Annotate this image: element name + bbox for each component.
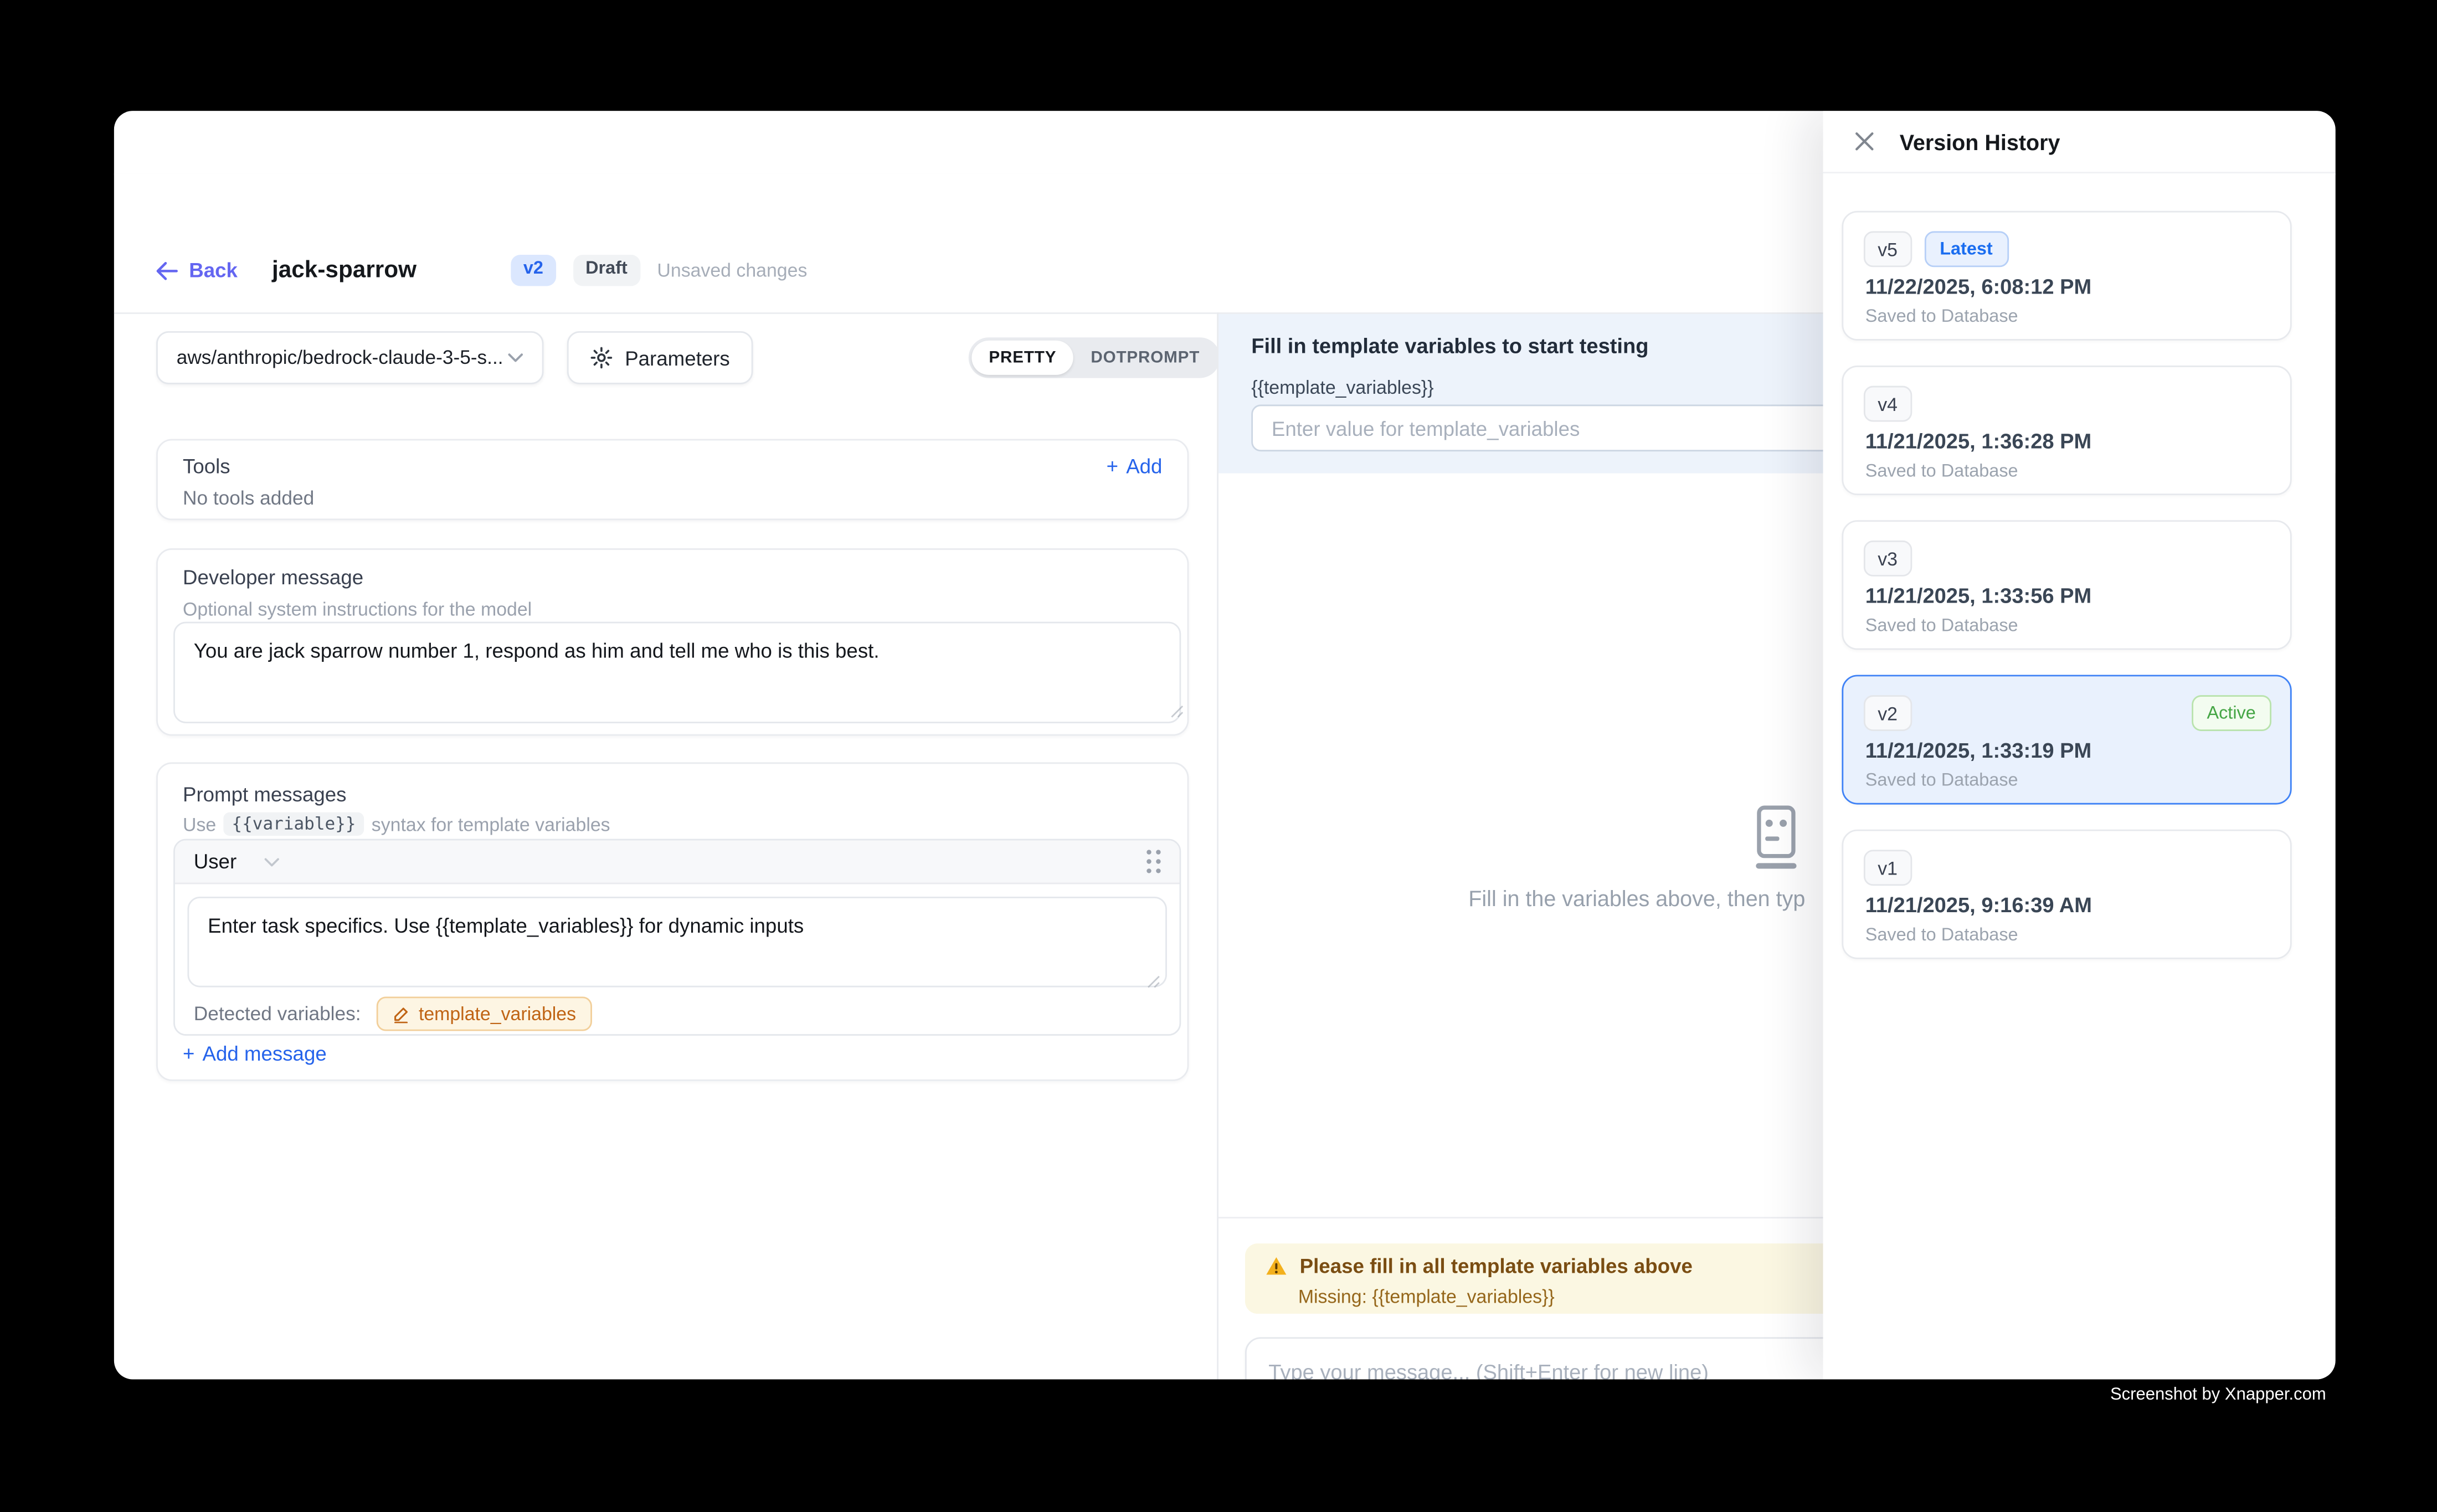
- version-card[interactable]: v5 Latest 11/22/2025, 6:08:12 PM Saved t…: [1842, 211, 2291, 341]
- warning-icon: [1266, 1256, 1287, 1277]
- gear-icon: [590, 347, 612, 368]
- version-history-panel: Version History v5 Latest 11/22/2025, 6:…: [1823, 111, 2336, 1379]
- chevron-down-icon: [265, 857, 280, 866]
- prompt-messages-card: Prompt messages Use {{variable}} syntax …: [156, 762, 1189, 1081]
- version-badge-row: v5 Latest: [1864, 231, 2008, 267]
- resize-handle-icon[interactable]: [1146, 975, 1160, 989]
- version-card[interactable]: v3 11/21/2025, 1:33:56 PM Saved to Datab…: [1842, 520, 2291, 650]
- warning-title: Please fill in all template variables ab…: [1300, 1254, 1693, 1278]
- template-variable-label: {{template_variables}}: [1251, 377, 1433, 398]
- role-select[interactable]: User: [194, 850, 280, 873]
- plus-icon: +: [1107, 455, 1118, 478]
- draft-badge: Draft: [573, 255, 640, 286]
- version-list: v5 Latest 11/22/2025, 6:08:12 PM Saved t…: [1823, 173, 2336, 1379]
- add-tool-button[interactable]: + Add: [1107, 455, 1163, 478]
- role-value: User: [194, 850, 236, 873]
- plus-icon: +: [183, 1042, 194, 1065]
- version-status: Saved to Database: [1865, 462, 2018, 481]
- add-message-label: Add message: [203, 1042, 327, 1065]
- parameters-button[interactable]: Parameters: [567, 331, 753, 384]
- close-icon: [1854, 131, 1875, 152]
- version-card[interactable]: v1 11/21/2025, 9:16:39 AM Saved to Datab…: [1842, 830, 2291, 959]
- variable-syntax-chip: {{variable}}: [224, 812, 363, 836]
- prompt-messages-title: Prompt messages: [183, 783, 346, 806]
- active-badge: Active: [2191, 695, 2271, 731]
- empty-state-hint: Fill in the variables above, then typ: [1468, 886, 1805, 911]
- prompt-message-input[interactable]: Enter task specifics. Use {{template_var…: [187, 897, 1166, 988]
- version-history-header: Version History: [1823, 111, 2336, 173]
- version-number-badge: v2: [1864, 695, 1912, 731]
- version-card[interactable]: v4 11/21/2025, 1:36:28 PM Saved to Datab…: [1842, 366, 2291, 495]
- version-timestamp: 11/21/2025, 1:33:19 PM: [1865, 739, 2092, 762]
- version-timestamp: 11/21/2025, 1:36:28 PM: [1865, 430, 2092, 453]
- prompt-messages-subtitle: Use {{variable}} syntax for template var…: [183, 812, 610, 836]
- version-badge: v2: [511, 255, 556, 286]
- version-status: Saved to Database: [1865, 308, 2018, 327]
- developer-message-card: Developer message Optional system instru…: [156, 548, 1189, 736]
- back-arrow-icon: [156, 261, 178, 280]
- developer-message-input[interactable]: You are jack sparrow number 1, respond a…: [173, 622, 1181, 723]
- tools-card: Tools + Add No tools added: [156, 439, 1189, 521]
- latest-badge: Latest: [1924, 231, 2008, 267]
- version-number-badge: v5: [1864, 231, 1912, 267]
- page-title: jack-sparrow: [272, 257, 417, 284]
- pencil-icon: [392, 1005, 409, 1022]
- screen: Back jack-sparrow v2 Draft Unsaved chang…: [0, 0, 2437, 1512]
- warning-detail: Missing: {{template_variables}}: [1298, 1285, 1555, 1307]
- back-button[interactable]: Back: [156, 259, 238, 282]
- version-status: Saved to Database: [1865, 772, 2018, 790]
- tools-title: Tools: [183, 455, 230, 478]
- subtitle-suffix: syntax for template variables: [372, 813, 610, 835]
- version-number-badge: v3: [1864, 541, 1912, 577]
- version-number-badge: v4: [1864, 386, 1912, 422]
- chevron-down-icon: [508, 353, 523, 362]
- version-timestamp: 11/21/2025, 9:16:39 AM: [1865, 893, 2092, 917]
- version-badge-row: v2: [1864, 695, 1912, 731]
- version-badge-row: v3: [1864, 541, 1912, 577]
- version-timestamp: 11/21/2025, 1:33:56 PM: [1865, 584, 2092, 608]
- tools-empty-text: No tools added: [183, 487, 314, 509]
- detected-variables-row: Detected variables: template_variables: [194, 996, 592, 1031]
- back-label: Back: [189, 259, 238, 282]
- version-badge-row: v1: [1864, 850, 1912, 886]
- template-variable-chip[interactable]: template_variables: [377, 996, 592, 1031]
- tab-dotprompt[interactable]: DOTPROMPT: [1073, 341, 1217, 375]
- version-history-title: Version History: [1900, 129, 2060, 154]
- add-tool-label: Add: [1126, 455, 1162, 478]
- drag-handle-icon[interactable]: [1146, 850, 1160, 873]
- version-timestamp: 11/22/2025, 6:08:12 PM: [1865, 275, 2092, 298]
- message-block: User Enter task specifics. Use {{templat…: [173, 839, 1181, 1036]
- message-header: User: [175, 840, 1180, 884]
- version-status: Saved to Database: [1865, 617, 2018, 636]
- developer-message-title: Developer message: [183, 565, 363, 589]
- developer-message-subtitle: Optional system instructions for the mod…: [183, 598, 532, 620]
- model-selector[interactable]: aws/anthropic/bedrock-claude-3-5-s...: [156, 331, 543, 384]
- close-button[interactable]: [1854, 131, 1875, 152]
- add-message-button[interactable]: + Add message: [183, 1042, 327, 1065]
- watermark: Screenshot by Xnapper.com: [2110, 1386, 2326, 1405]
- version-number-badge: v1: [1864, 850, 1912, 886]
- version-card[interactable]: v2 Active 11/21/2025, 1:33:19 PM Saved t…: [1842, 675, 2291, 804]
- model-selector-value: aws/anthropic/bedrock-claude-3-5-s...: [177, 347, 503, 368]
- detected-variables-label: Detected variables:: [194, 1003, 361, 1025]
- tab-pretty[interactable]: PRETTY: [971, 341, 1073, 375]
- banner-title: Fill in template variables to start test…: [1251, 335, 1648, 358]
- parameters-label: Parameters: [625, 346, 730, 369]
- unsaved-changes-label: Unsaved changes: [657, 259, 807, 281]
- version-status: Saved to Database: [1865, 927, 2018, 945]
- version-badge-row: v4: [1864, 386, 1912, 422]
- subtitle-prefix: Use: [183, 813, 216, 835]
- resize-handle-icon[interactable]: [1170, 704, 1184, 718]
- view-mode-toggle: PRETTY DOTPROMPT: [969, 337, 1220, 378]
- bot-face-icon: [1748, 805, 1804, 870]
- app-window: Back jack-sparrow v2 Draft Unsaved chang…: [114, 111, 2336, 1379]
- template-variable-name: template_variables: [419, 1003, 576, 1025]
